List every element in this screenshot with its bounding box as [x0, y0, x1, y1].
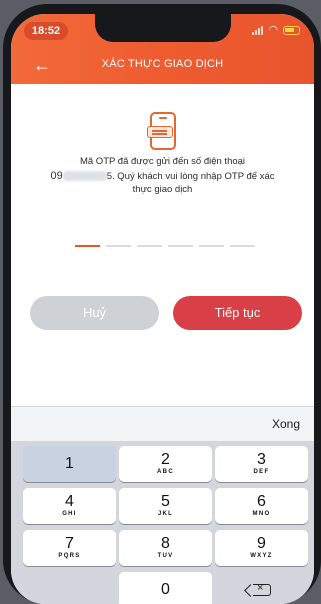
continue-button[interactable]: Tiếp tục: [173, 296, 302, 330]
masked-phone-number: [62, 171, 107, 182]
notch: [95, 14, 231, 42]
status-icons: ◠: [252, 24, 300, 36]
battery-icon: [283, 25, 300, 35]
otp-digit-slot[interactable]: [75, 245, 100, 247]
otp-digit-slot[interactable]: [199, 245, 224, 247]
key-6[interactable]: 6 MNO: [215, 488, 308, 524]
backspace-icon: [253, 582, 271, 596]
key-2[interactable]: 2 ABC: [119, 446, 212, 482]
key-0[interactable]: 0: [119, 572, 212, 604]
otp-phone-icon: [147, 112, 176, 150]
status-time: 18:52: [24, 22, 68, 40]
cancel-button[interactable]: Huỷ: [30, 296, 159, 330]
backspace-key[interactable]: [215, 572, 308, 604]
otp-digit-slot[interactable]: [106, 245, 131, 247]
otp-message-line-2: 09 5. Quý khách vui lòng nhập OTP để xác: [11, 170, 314, 182]
key-7[interactable]: 7 PQRS: [23, 530, 116, 566]
otp-digit-slot[interactable]: [230, 245, 255, 247]
otp-digit-slot[interactable]: [137, 245, 162, 247]
otp-message-line-2-rest: 5. Quý khách vui lòng nhập OTP để xác: [106, 171, 275, 182]
phone-prefix: 09: [50, 170, 63, 182]
key-9[interactable]: 9 WXYZ: [215, 530, 308, 566]
phone-screen: 18:52 ◠ ← XÁC THỰC GIAO DỊCH Mã OTP đã đ…: [11, 14, 314, 604]
wifi-icon: ◠: [268, 24, 278, 36]
page-title: XÁC THỰC GIAO DỊCH: [101, 58, 224, 70]
otp-digit-slot[interactable]: [168, 245, 193, 247]
otp-message-line-3: thực giao dịch: [132, 184, 193, 195]
key-5[interactable]: 5 JKL: [119, 488, 212, 524]
key-blank: [23, 572, 116, 604]
key-4[interactable]: 4 GHI: [23, 488, 116, 524]
numeric-keyboard: Xong 1 2 ABC 3 DEF 4 GHI 5 JKL 6 MNO 7 PQRS 8T…: [11, 406, 314, 604]
key-8[interactable]: 8 TUV: [119, 530, 212, 566]
signal-icon: [252, 25, 264, 35]
app-header: 18:52 ◠ ← XÁC THỰC GIAO DỊCH: [11, 14, 314, 84]
otp-input[interactable]: [75, 245, 255, 247]
otp-message-line-1: Mã OTP đã được gửi đến số điện thoại: [79, 156, 246, 167]
key-3[interactable]: 3 DEF: [215, 446, 308, 482]
done-button[interactable]: Xong: [272, 417, 300, 431]
key-1[interactable]: 1: [23, 446, 116, 482]
keyboard-toolbar: Xong: [11, 406, 314, 441]
